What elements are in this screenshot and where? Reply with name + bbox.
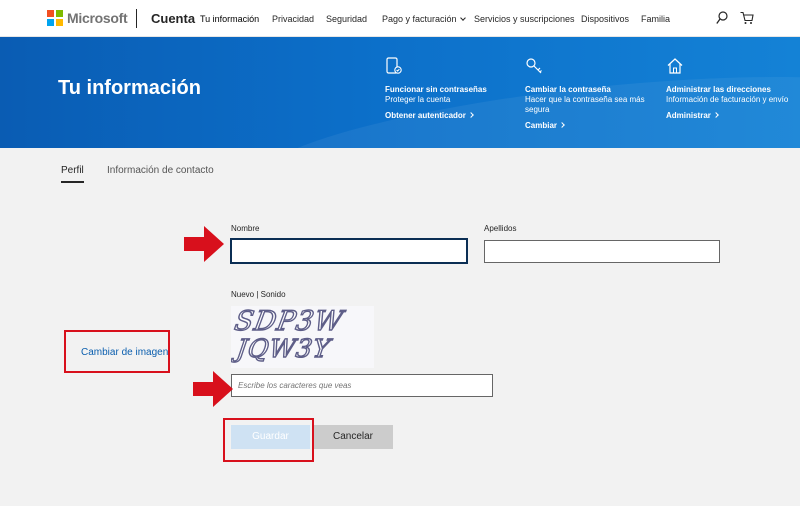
first-name-input[interactable] — [232, 240, 466, 262]
feature-desc: Información de facturación y envío — [666, 95, 789, 104]
nav-pago-label: Pago y facturación — [382, 14, 457, 24]
link-label: Cambiar — [525, 121, 558, 130]
tab-contact-info[interactable]: Información de contacto — [107, 165, 214, 176]
feature-title: Cambiar la contraseña — [525, 85, 611, 94]
feature-change-password: Cambiar la contraseña Hacer que la contr… — [525, 57, 653, 133]
manage-addresses-link[interactable]: Administrar — [666, 111, 719, 120]
link-label: Obtener autenticador — [385, 111, 466, 120]
chevron-right-icon — [713, 112, 719, 118]
section-title[interactable]: Cuenta — [151, 11, 195, 26]
captcha-options[interactable]: Nuevo | Sonido — [231, 290, 286, 299]
link-label: Administrar — [666, 111, 711, 120]
page-title: Tu información — [58, 77, 201, 99]
last-name-input[interactable] — [485, 241, 719, 262]
last-name-field[interactable] — [484, 240, 720, 263]
home-icon — [667, 58, 683, 74]
divider — [136, 9, 137, 28]
nav-servicios[interactable]: Servicios y suscripciones — [474, 14, 575, 24]
captcha-field[interactable] — [231, 374, 493, 397]
captcha-text-line2: JQW3Y — [234, 333, 333, 363]
first-name-field[interactable] — [230, 238, 468, 264]
tab-perfil[interactable]: Perfil — [61, 165, 84, 183]
feature-desc: Proteger la cuenta — [385, 95, 451, 104]
chevron-right-icon — [468, 112, 474, 118]
nav-pago-facturacion[interactable]: Pago y facturación — [382, 14, 466, 24]
chevron-right-icon — [559, 122, 565, 128]
key-icon — [526, 58, 542, 74]
last-name-label: Apellidos — [484, 224, 517, 233]
cancel-button[interactable]: Cancelar — [313, 425, 393, 449]
captcha-image: SDP3W JQW3Y — [231, 306, 374, 368]
red-arrow-icon — [193, 371, 233, 407]
feature-title: Administrar las direcciones — [666, 85, 771, 94]
chevron-down-icon — [459, 15, 466, 21]
hero-banner: Tu información Funcionar sin contraseñas… — [0, 37, 800, 148]
feature-desc: Hacer que la contraseña sea más segura — [525, 95, 645, 114]
cart-icon[interactable] — [740, 11, 754, 25]
highlight-box-change-image — [64, 330, 170, 373]
nav-seguridad[interactable]: Seguridad — [326, 14, 367, 24]
captcha-text-line1: SDP3W — [232, 306, 347, 338]
feature-addresses: Administrar las direcciones Información … — [666, 57, 794, 123]
nav-dispositivos[interactable]: Dispositivos — [581, 14, 629, 24]
captcha-input[interactable] — [232, 375, 492, 396]
change-password-link[interactable]: Cambiar — [525, 121, 565, 130]
brand-name[interactable]: Microsoft — [67, 10, 128, 26]
top-nav: Microsoft Cuenta Tu información Privacid… — [0, 0, 800, 37]
nav-tu-informacion[interactable]: Tu información — [200, 14, 259, 24]
highlight-box-save — [223, 418, 314, 462]
feature-passwordless: Funcionar sin contraseñas Proteger la cu… — [385, 57, 513, 123]
search-icon[interactable] — [716, 11, 728, 25]
first-name-label: Nombre — [231, 224, 260, 233]
feature-title: Funcionar sin contraseñas — [385, 85, 487, 94]
nav-privacidad[interactable]: Privacidad — [272, 14, 314, 24]
red-arrow-icon — [184, 226, 224, 262]
microsoft-logo[interactable] — [47, 10, 63, 26]
nav-familia[interactable]: Familia — [641, 14, 670, 24]
get-authenticator-link[interactable]: Obtener autenticador — [385, 111, 474, 120]
passwordless-phone-icon — [386, 57, 402, 74]
